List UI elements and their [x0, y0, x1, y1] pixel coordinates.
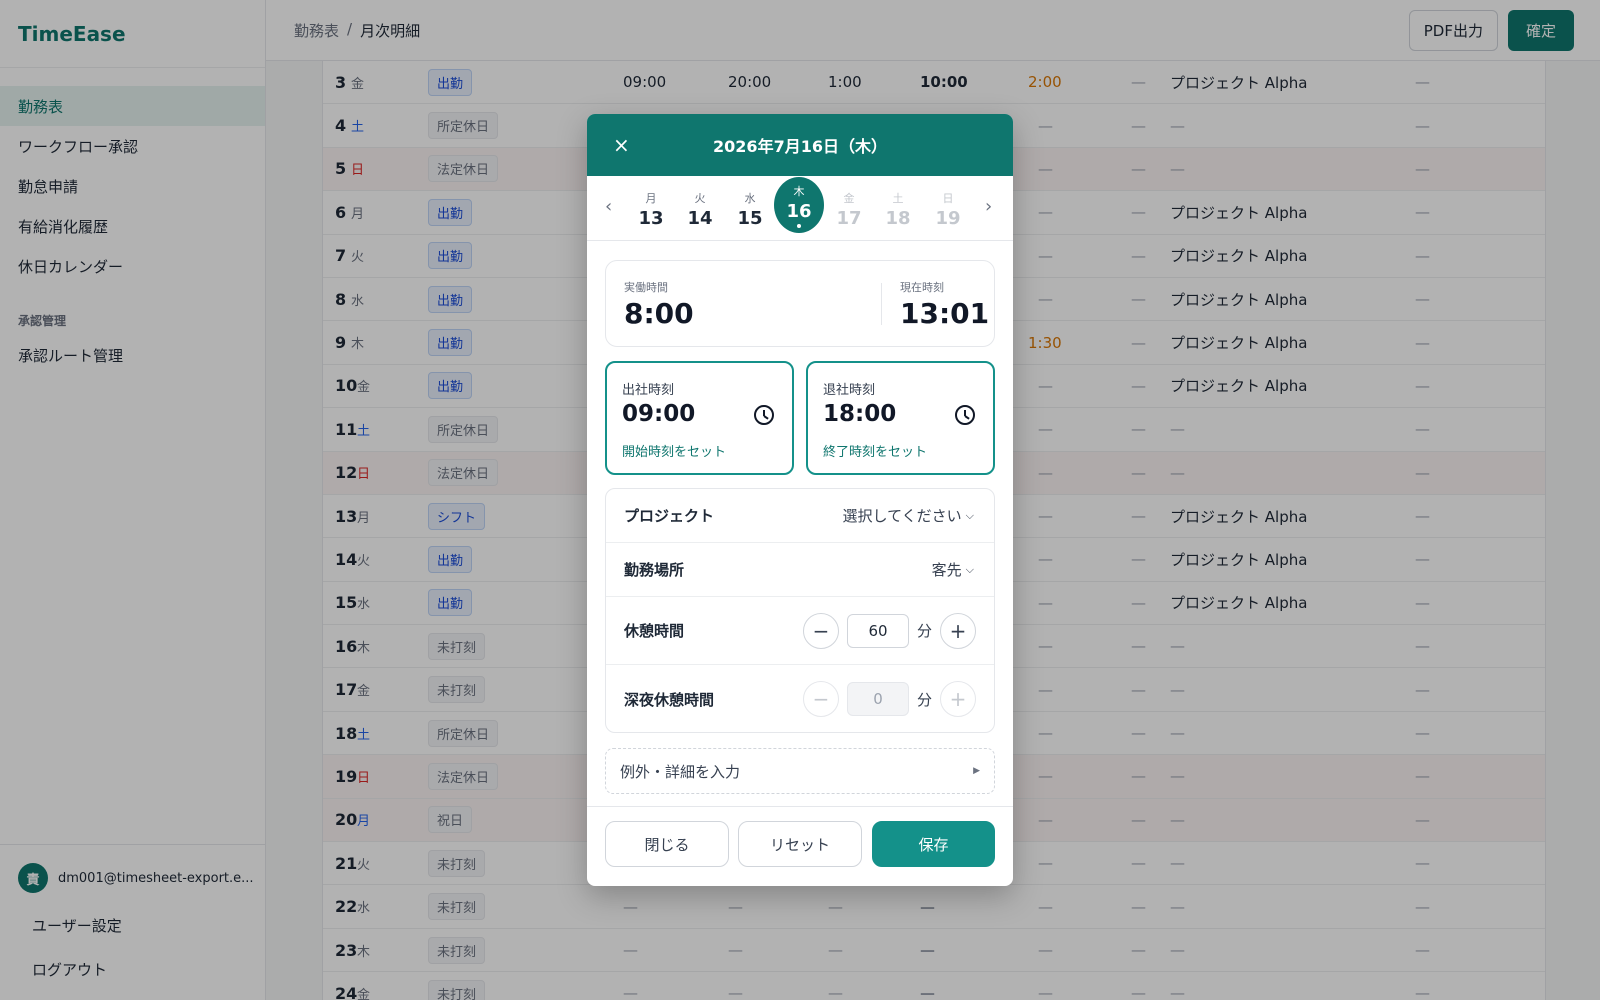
- week-day-label: 日: [942, 192, 954, 205]
- save-button[interactable]: 保存: [872, 821, 995, 867]
- set-start-time-link[interactable]: 開始時刻をセット: [622, 441, 726, 460]
- week-day-sun: 日 19: [923, 182, 973, 234]
- day-edit-modal: × 2026年7月16日（木） ‹ 月 13 火 14 水 15 木 16 金 17 土 1…: [587, 114, 1013, 886]
- modal-title: 2026年7月16日（木）: [713, 137, 887, 156]
- week-day-thu-selected[interactable]: 木 16: [774, 177, 824, 233]
- week-day-number: 17: [836, 208, 862, 229]
- end-time-label: 退社時刻: [823, 383, 876, 398]
- break-stepper: − 60 分 +: [802, 597, 976, 664]
- modal-footer: 閉じる リセット 保存: [587, 806, 1013, 886]
- break-minutes-input[interactable]: 60: [846, 613, 909, 648]
- night-break-unit: 分: [916, 690, 932, 709]
- exception-label: 例外・詳細を入力: [620, 762, 741, 781]
- week-day-number: 16: [786, 201, 812, 222]
- week-day-sat: 土 18: [873, 182, 923, 234]
- minus-icon[interactable]: −: [802, 612, 839, 649]
- week-day-label: 金: [843, 192, 855, 205]
- detail-form: プロジェクト 選択してください ⌵ 勤務場所 客先 ⌵ 休憩時間 − 60 分 + …: [605, 488, 995, 733]
- clock-icon[interactable]: [754, 405, 774, 425]
- triangle-right-icon: ▶: [973, 766, 980, 776]
- week-day-number: 13: [638, 208, 664, 229]
- end-time-value[interactable]: 18:00: [823, 401, 896, 427]
- project-row: プロジェクト 選択してください ⌵: [606, 489, 994, 543]
- week-selector: ‹ 月 13 火 14 水 15 木 16 金 17 土 18 日 19 ›: [587, 176, 1013, 241]
- location-label: 勤務場所: [624, 561, 685, 579]
- start-time-card[interactable]: 出社時刻 09:00 開始時刻をセット: [605, 361, 794, 475]
- chevron-down-icon: ⌵: [965, 562, 974, 576]
- break-label: 休憩時間: [624, 622, 685, 640]
- week-day-label: 木: [793, 185, 805, 198]
- plus-icon: +: [940, 681, 976, 717]
- location-row: 勤務場所 客先 ⌵: [606, 543, 994, 597]
- night-break-stepper: − 0 分 +: [802, 665, 976, 733]
- actual-work-label: 実働時間: [624, 281, 668, 294]
- week-day-number: 19: [935, 208, 961, 229]
- project-label: プロジェクト: [624, 507, 715, 525]
- minus-icon: −: [802, 681, 839, 717]
- location-select-value: 客先: [931, 561, 962, 579]
- break-unit: 分: [916, 622, 932, 640]
- reset-button[interactable]: リセット: [738, 821, 862, 867]
- start-time-label: 出社時刻: [622, 383, 675, 398]
- current-time-label: 現在時刻: [900, 281, 944, 294]
- today-dot: [797, 224, 801, 228]
- modal-header: × 2026年7月16日（木）: [587, 114, 1013, 176]
- week-day-number: 14: [687, 208, 713, 229]
- week-day-number: 15: [737, 208, 763, 229]
- work-summary-card: 実働時間 8:00 現在時刻 13:01: [605, 260, 995, 347]
- week-day-label: 火: [694, 192, 706, 205]
- week-day-number: 18: [885, 208, 911, 229]
- summary-divider: [881, 283, 882, 325]
- chevron-left-icon[interactable]: ‹: [605, 196, 612, 217]
- current-time-value: 13:01: [900, 297, 990, 330]
- week-day-mon[interactable]: 月 13: [626, 182, 676, 234]
- week-day-tue[interactable]: 火 14: [675, 182, 725, 234]
- chevron-right-icon[interactable]: ›: [985, 196, 992, 217]
- location-select[interactable]: 客先 ⌵: [932, 543, 974, 596]
- close-button[interactable]: 閉じる: [605, 821, 729, 867]
- night-break-label: 深夜休憩時間: [624, 690, 715, 709]
- plus-icon[interactable]: +: [940, 612, 976, 649]
- week-day-fri: 金 17: [824, 182, 874, 234]
- week-day-label: 水: [744, 192, 756, 205]
- set-end-time-link[interactable]: 終了時刻をセット: [823, 441, 927, 460]
- project-select-value: 選択してください: [842, 507, 962, 525]
- exception-detail-toggle[interactable]: 例外・詳細を入力 ▶: [605, 748, 995, 794]
- start-time-value[interactable]: 09:00: [622, 401, 695, 427]
- actual-work-value: 8:00: [624, 297, 694, 330]
- close-icon[interactable]: ×: [613, 135, 630, 155]
- chevron-down-icon: ⌵: [965, 508, 974, 522]
- break-row: 休憩時間 − 60 分 +: [606, 597, 994, 665]
- night-break-row: 深夜休憩時間 − 0 分 +: [606, 665, 994, 733]
- week-day-wed[interactable]: 水 15: [725, 182, 775, 234]
- week-day-label: 月: [645, 192, 657, 205]
- project-select[interactable]: 選択してください ⌵: [843, 489, 974, 542]
- clock-icon[interactable]: [955, 405, 975, 425]
- night-break-minutes-input: 0: [846, 682, 909, 716]
- week-day-label: 土: [892, 192, 904, 205]
- end-time-card[interactable]: 退社時刻 18:00 終了時刻をセット: [806, 361, 995, 475]
